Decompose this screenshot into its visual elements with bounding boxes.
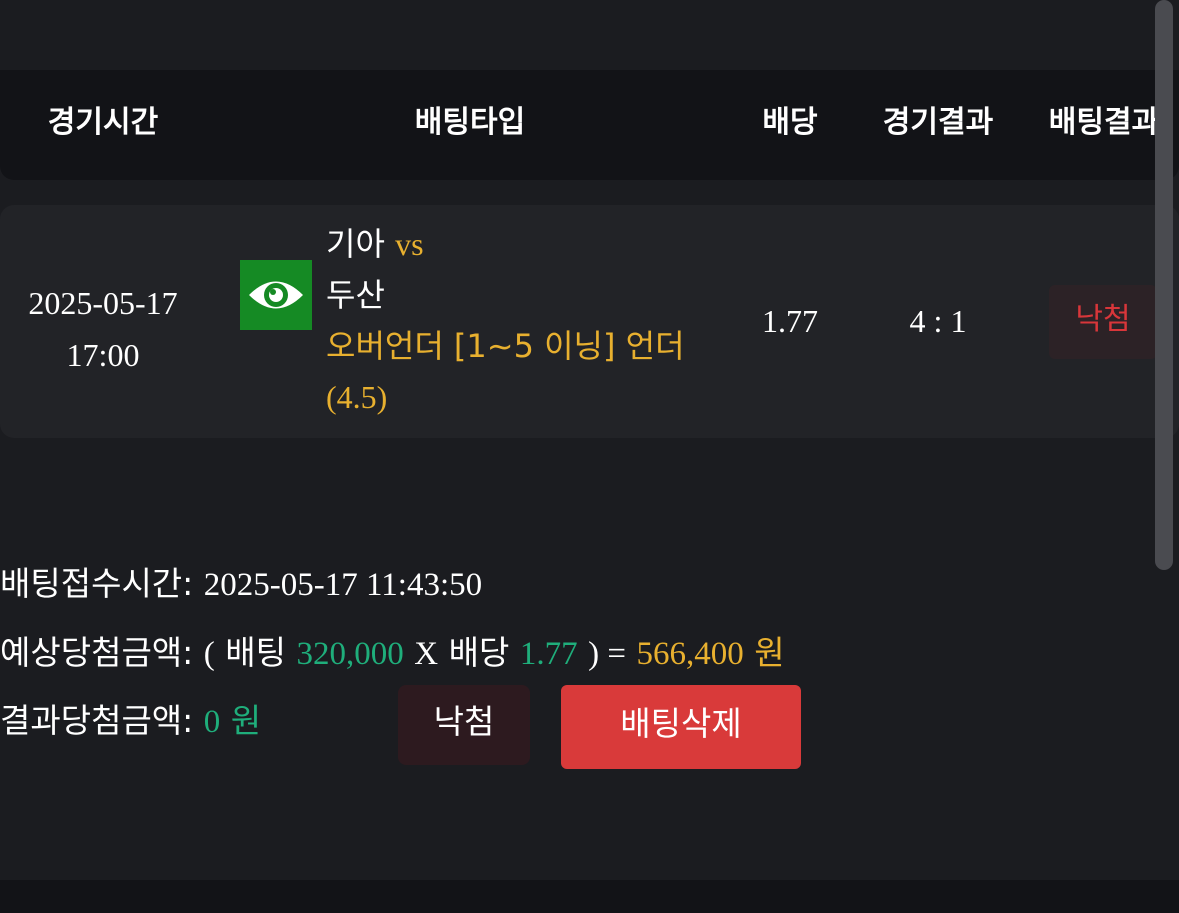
bet-word: 배팅	[225, 633, 287, 672]
header-bet-result: 배팅결과	[1048, 105, 1160, 140]
multiply-sign: X	[414, 636, 439, 672]
away-team: 두산	[326, 276, 385, 314]
header-game-time: 경기시간	[47, 105, 159, 140]
game-clock: 17:00	[66, 337, 140, 373]
odds-amount: 1.77	[519, 636, 578, 672]
bottom-bar	[0, 880, 1179, 913]
result-label: 결과당첨금액:	[0, 701, 194, 740]
received-label: 배팅접수시간:	[0, 564, 194, 603]
header-game-result: 경기결과	[882, 105, 994, 140]
close-equals: ) =	[588, 636, 626, 672]
bet-type-label: 오버언더 [1~5 이닝] 언더	[326, 327, 685, 365]
game-date: 2025-05-17	[28, 285, 178, 321]
odds-word: 배당	[448, 633, 510, 672]
scrollbar[interactable]	[1155, 0, 1173, 570]
result-won-unit: 원	[230, 701, 262, 740]
eye-icon[interactable]	[240, 260, 312, 330]
bet-amount: 320,000	[296, 636, 404, 672]
lose-status-button[interactable]: 낙첨	[398, 685, 530, 765]
expected-amount: 566,400	[636, 636, 744, 672]
table-row: 2025-05-17 17:00 기아 vs 두산 오버언더 [1~5 이닝] …	[0, 205, 1179, 438]
table-header: 경기시간 배팅타입 배당 경기결과 배팅결과	[0, 70, 1179, 180]
header-bet-type: 배팅타입	[414, 105, 526, 140]
game-score: 4 : 1	[909, 303, 967, 339]
expected-label: 예상당첨금액:	[0, 633, 194, 672]
match-home-line: 기아 vs	[326, 219, 726, 270]
header-odds: 배당	[762, 105, 818, 140]
expected-amount-line: 예상당첨금액: ( 배팅 320,000 X 배당 1.77 ) = 566,4…	[0, 629, 785, 678]
bet-result-badge: 낙첨	[1049, 285, 1157, 359]
result-amount-line: 결과당첨금액: 0 원	[0, 697, 261, 746]
result-amount: 0	[203, 704, 221, 740]
odds-value: 1.77	[762, 303, 818, 339]
game-time: 2025-05-17 17:00	[0, 277, 206, 381]
home-team: 기아	[326, 225, 385, 263]
received-time-line: 배팅접수시간: 2025-05-17 11:43:50	[0, 560, 482, 609]
bet-line: (4.5)	[326, 379, 388, 415]
expected-won-unit: 원	[754, 633, 785, 672]
received-time: 2025-05-17 11:43:50	[203, 567, 483, 603]
vs-label: vs	[395, 226, 424, 262]
delete-bet-button[interactable]: 배팅삭제	[561, 685, 801, 769]
open-paren: (	[203, 636, 215, 672]
bet-type-info: 기아 vs 두산 오버언더 [1~5 이닝] 언더 (4.5)	[326, 219, 726, 423]
